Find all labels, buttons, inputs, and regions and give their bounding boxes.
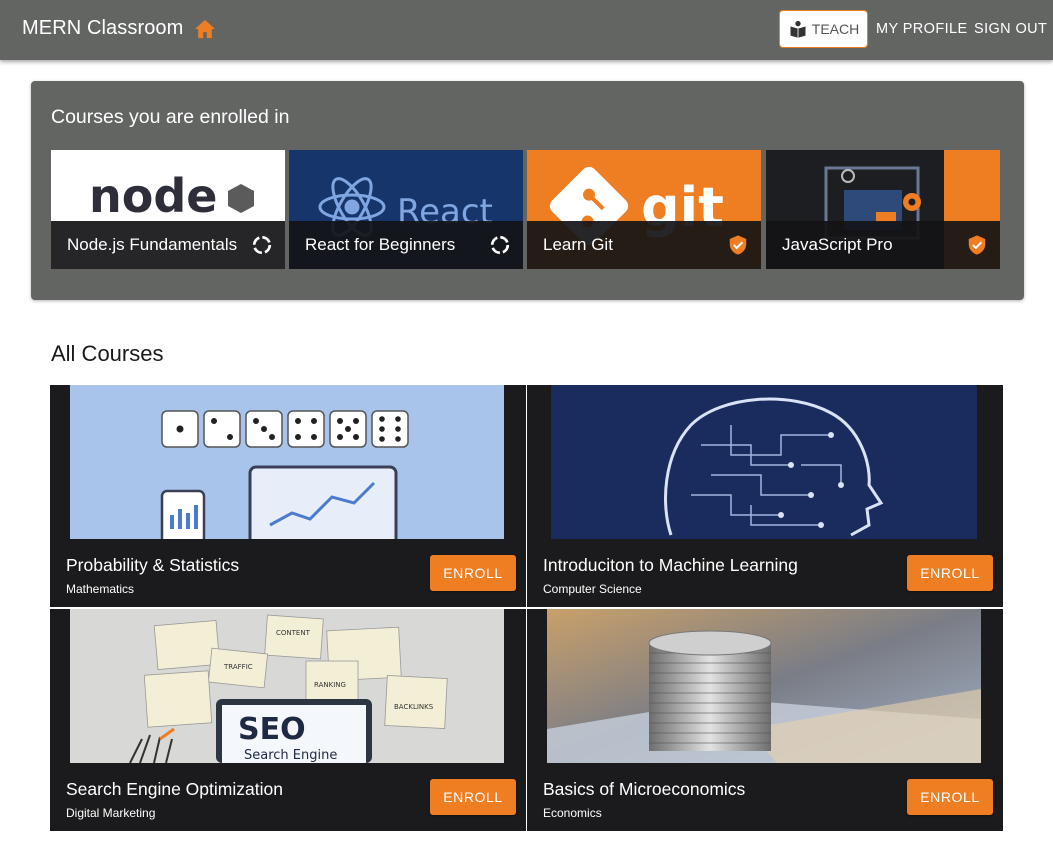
course-category: Computer Science <box>543 582 642 596</box>
enrolled-title: Courses you are enrolled in <box>51 106 290 128</box>
enrolled-course-bar: Learn Git <box>527 221 761 269</box>
course-category: Digital Marketing <box>66 806 156 820</box>
app-title: MERN Classroom <box>22 17 184 39</box>
course-card[interactable]: Probability & Statistics Mathematics ENR… <box>50 385 526 607</box>
course-card[interactable]: Introduciton to Machine Learning Compute… <box>527 385 1003 607</box>
enrolled-course-name: React for Beginners <box>305 235 456 254</box>
teach-button[interactable]: TEACH <box>779 10 868 48</box>
enrolled-course-bar: Node.js Fundamentals <box>51 221 285 269</box>
microeconomics-course-image <box>547 609 981 763</box>
enrolled-course-tile[interactable]: JavaScript Pro <box>766 150 1000 269</box>
enrolled-course-tile[interactable]: React React for Beginners <box>289 150 523 269</box>
statistics-course-image <box>70 385 504 539</box>
svg-text:RANKING: RANKING <box>314 681 346 689</box>
svg-text:node: node <box>89 169 217 223</box>
course-name: Search Engine Optimization <box>66 779 283 799</box>
enrolled-course-tile[interactable]: node Node.js Fundamentals <box>51 150 285 269</box>
enrolled-course-bar: JavaScript Pro <box>766 221 1000 269</box>
loading-icon <box>252 235 272 255</box>
course-name: Probability & Statistics <box>66 555 240 575</box>
course-category: Mathematics <box>66 582 135 596</box>
all-courses-title: All Courses <box>51 341 164 366</box>
svg-text:TRAFFIC: TRAFFIC <box>223 663 253 671</box>
verified-icon <box>729 235 747 255</box>
enroll-button[interactable]: ENROLL <box>907 555 993 591</box>
enrolled-course-bar: React for Beginners <box>289 221 523 269</box>
course-category: Economics <box>543 806 602 820</box>
teach-label: TEACH <box>811 21 860 37</box>
enroll-button[interactable]: ENROLL <box>907 779 993 815</box>
machine-learning-course-image <box>551 385 977 539</box>
course-name: Introduciton to Machine Learning <box>543 555 798 575</box>
svg-text:SEO: SEO <box>238 712 306 747</box>
enroll-button[interactable]: ENROLL <box>430 555 516 591</box>
sign-out-link[interactable]: SIGN OUT <box>974 21 1047 37</box>
enrolled-course-name: Learn Git <box>543 235 613 254</box>
seo-course-image: CONTENT TRAFFIC RANKING BACKLINKS SEO Se… <box>70 609 504 763</box>
my-profile-link[interactable]: MY PROFILE <box>876 21 968 37</box>
svg-text:CONTENT: CONTENT <box>276 629 311 637</box>
home-icon[interactable] <box>194 19 216 39</box>
svg-text:BACKLINKS: BACKLINKS <box>394 703 434 711</box>
course-card[interactable]: CONTENT TRAFFIC RANKING BACKLINKS SEO Se… <box>50 609 526 831</box>
enroll-button[interactable]: ENROLL <box>430 779 516 815</box>
enrolled-courses-panel: Courses you are enrolled in node Node.js… <box>31 81 1024 300</box>
enrolled-course-name: JavaScript Pro <box>782 235 893 254</box>
loading-icon <box>490 235 510 255</box>
course-card[interactable]: Basics of Microeconomics Economics ENROL… <box>527 609 1003 831</box>
teach-icon <box>790 20 806 38</box>
course-name: Basics of Microeconomics <box>543 779 746 799</box>
app-bar: MERN Classroom TEACH MY PROFILE SIGN OUT <box>0 0 1053 60</box>
verified-icon <box>968 235 986 255</box>
enrolled-course-name: Node.js Fundamentals <box>67 235 238 254</box>
svg-text:Search Engine: Search Engine <box>244 748 337 763</box>
enrolled-course-tile[interactable]: git Learn Git <box>527 150 761 269</box>
